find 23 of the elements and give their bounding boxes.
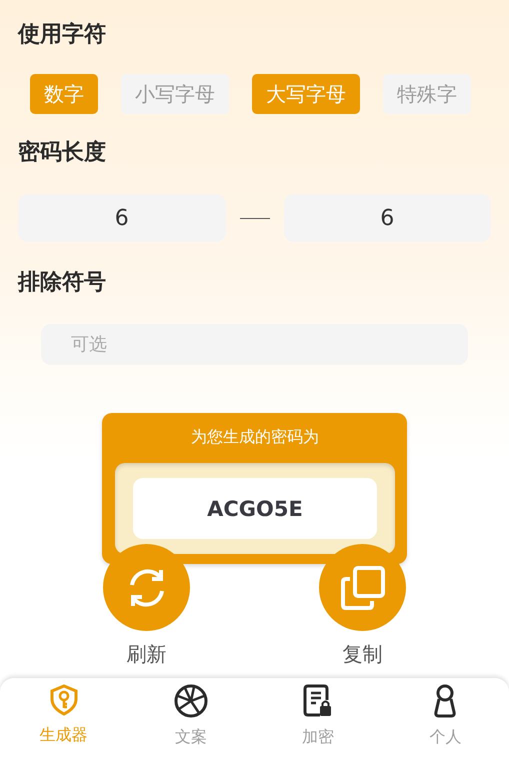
character-type-chip[interactable]: 数字: [30, 74, 98, 114]
tab[interactable]: 文案: [127, 678, 254, 770]
min-length-field[interactable]: 6: [18, 194, 226, 242]
section-title: 排除符号: [18, 269, 106, 297]
person-icon: [433, 684, 458, 718]
result-title: 为您生成的密码为: [191, 427, 319, 447]
character-type-chip[interactable]: 小写字母: [121, 74, 229, 114]
character-type-chip[interactable]: 大写字母: [252, 74, 360, 114]
aperture-icon: [174, 684, 208, 718]
exclude-field[interactable]: 可选: [41, 324, 468, 365]
action-label: 复制: [342, 641, 382, 668]
shield-key-icon: [48, 684, 80, 716]
password-text: ACGO5E: [207, 496, 303, 520]
character-type-chip[interactable]: 特殊字: [383, 74, 471, 114]
section-title: 密码长度: [18, 138, 106, 167]
section-title: 使用字符: [18, 20, 106, 49]
max-length-field[interactable]: 6: [284, 194, 491, 242]
action-label: 刷新: [126, 641, 166, 668]
tab[interactable]: 加密: [254, 678, 382, 770]
copy-icon: [340, 564, 386, 610]
tab[interactable]: 个人: [382, 678, 509, 770]
document-lock-icon: [303, 684, 334, 718]
tab[interactable]: 生成器: [0, 678, 128, 770]
